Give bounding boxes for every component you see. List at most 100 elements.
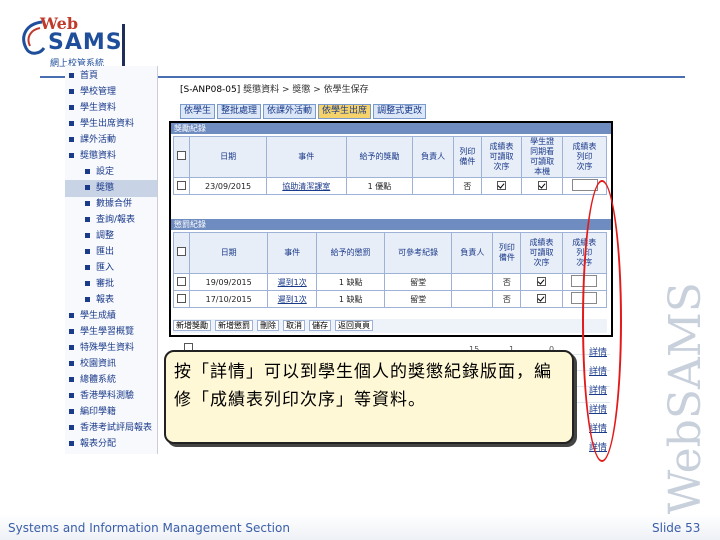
sidebar-item[interactable]: 獎懲 bbox=[65, 180, 157, 197]
sidebar-item[interactable]: 特殊學生資料 bbox=[65, 340, 157, 357]
bullet-icon bbox=[69, 408, 74, 414]
record-dialog: 獎勵紀錄 日期 事件 給予的獎勵 負責人 列印 備件 成績表 可讀取 次序 學生證 同期看 可讀取 本機… bbox=[169, 121, 613, 337]
sidebar-item[interactable]: 總體系統 bbox=[65, 372, 157, 389]
column-header: 成績表 列印 次序 bbox=[562, 136, 607, 178]
table-row: 19/09/2015 遲到1次 1 缺點 留堂 否 bbox=[172, 273, 608, 291]
websams-logo: Web SAMS 網上校管系統 bbox=[18, 14, 128, 70]
slide-number: Slide 53 bbox=[652, 521, 701, 535]
sidebar-item[interactable]: 審批 bbox=[65, 276, 157, 293]
event-link[interactable]: 遲到1次 bbox=[278, 295, 307, 304]
column-header: 事件 bbox=[266, 232, 318, 274]
table-row: 17/10/2015 遲到1次 1 缺點 留堂 否 bbox=[172, 290, 608, 308]
bullet-icon bbox=[69, 392, 74, 398]
column-header: 學生證 同期看 可讀取 本機 bbox=[521, 136, 563, 178]
sidebar-item[interactable]: 調整 bbox=[65, 228, 157, 245]
sidebar-item[interactable]: 學生成績 bbox=[65, 308, 157, 325]
print-cell: 否 bbox=[492, 273, 522, 291]
column-header: 列印 備件 bbox=[492, 232, 522, 274]
sidebar-item[interactable]: 數據合併 bbox=[65, 196, 157, 213]
row-checkbox[interactable] bbox=[177, 276, 187, 286]
select-cell bbox=[172, 290, 191, 308]
screen-code: [S-ANP08-05] bbox=[180, 85, 241, 95]
sidebar-item-label: 獎懲 bbox=[96, 183, 115, 193]
sidebar-item-label: 學生學習概覽 bbox=[80, 327, 135, 337]
bullet-icon bbox=[85, 168, 90, 174]
toolbar-button[interactable]: 返回頁頁 bbox=[335, 320, 373, 331]
column-header: 列印 備件 bbox=[453, 136, 482, 178]
sidebar-item[interactable]: 報表分配 bbox=[65, 436, 157, 453]
toolbar-button[interactable]: 刪除 bbox=[257, 320, 279, 331]
breadcrumb-path: 獎懲資料 > 獎懲 > 依學生保存 bbox=[243, 85, 369, 95]
column-header: 負責人 bbox=[412, 136, 454, 178]
event-cell: 遲到1次 bbox=[266, 273, 318, 291]
sidebar-item-label: 報表分配 bbox=[80, 439, 117, 449]
select-all-checkbox[interactable] bbox=[177, 247, 187, 256]
check-cell bbox=[520, 290, 563, 308]
sidebar-item[interactable]: 校園資訊 bbox=[65, 356, 157, 373]
sidebar-item[interactable]: 學生學習概覽 bbox=[65, 324, 157, 341]
column-header: 日期 bbox=[189, 232, 268, 274]
bullet-icon bbox=[69, 328, 74, 334]
tab[interactable]: 依學生出席 bbox=[318, 104, 372, 119]
row-checkbox[interactable] bbox=[537, 180, 547, 190]
event-cell: 遲到1次 bbox=[266, 290, 318, 308]
bullet-icon bbox=[85, 200, 90, 206]
tab[interactable]: 依學生 bbox=[180, 104, 216, 119]
sidebar-item[interactable]: 香港考試評局報表 bbox=[65, 420, 157, 437]
check-cell bbox=[480, 177, 523, 195]
sidebar: 首頁 學校管理 學生資料 學生出席資料 課外活動 獎懲資料 設定 獎懲 數據合併 查詢/報表 調整匯… bbox=[65, 66, 158, 454]
sidebar-item-label: 匯入 bbox=[96, 263, 115, 273]
callout-text: 按「詳情」可以到學生個人的獎懲紀錄版面，編修「成績表列印次序」等資料。 bbox=[174, 362, 552, 410]
column-header bbox=[172, 232, 191, 274]
sidebar-item[interactable]: 報表 bbox=[65, 292, 157, 309]
event-link[interactable]: 遲到1次 bbox=[278, 278, 307, 287]
row-checkbox[interactable] bbox=[496, 180, 506, 190]
sidebar-item[interactable]: 學生資料 bbox=[65, 100, 157, 117]
sidebar-item[interactable]: 學生出席資料 bbox=[65, 116, 157, 133]
sidebar-item[interactable]: 獎懲資料 bbox=[65, 148, 157, 165]
bullet-icon bbox=[85, 264, 90, 270]
bullet-icon bbox=[69, 424, 74, 430]
reference-cell: 留堂 bbox=[383, 290, 453, 308]
select-all-checkbox[interactable] bbox=[177, 151, 187, 160]
check-cell bbox=[521, 177, 563, 195]
teacher-cell bbox=[412, 177, 454, 195]
bullet-icon bbox=[85, 184, 90, 190]
sidebar-item[interactable]: 匯出 bbox=[65, 244, 157, 261]
row-checkbox[interactable] bbox=[536, 293, 546, 303]
sidebar-item-label: 學生成績 bbox=[80, 311, 117, 321]
row-checkbox[interactable] bbox=[536, 276, 546, 286]
award-table: 日期 事件 給予的獎勵 負責人 列印 備件 成績表 可讀取 次序 學生證 同期看 可讀取 本機 成績表 列印… bbox=[172, 136, 607, 195]
penalty-table: 日期 事件 給予的懲罰 可參考紀錄 負責人 列印 備件 成績表 可讀取 次序 成績表 列印 次序 19/0… bbox=[172, 232, 608, 308]
event-link[interactable]: 協助清潔課室 bbox=[282, 182, 330, 191]
column-header: 給予的懲罰 bbox=[316, 232, 385, 274]
sidebar-item-label: 校園資訊 bbox=[80, 359, 117, 369]
sidebar-item[interactable]: 學校管理 bbox=[65, 84, 157, 101]
sidebar-item[interactable]: 匯入 bbox=[65, 260, 157, 277]
sidebar-item[interactable]: 設定 bbox=[65, 164, 157, 181]
bullet-icon bbox=[85, 216, 90, 222]
tab[interactable]: 整批處理 bbox=[217, 104, 262, 119]
sidebar-item-label: 數據合併 bbox=[96, 199, 133, 209]
sidebar-item[interactable]: 編印學籍 bbox=[65, 404, 157, 421]
sidebar-item[interactable]: 查詢/報表 bbox=[65, 212, 157, 229]
toolbar-button[interactable]: 儲存 bbox=[309, 320, 331, 331]
sidebar-item[interactable]: 首頁 bbox=[65, 68, 157, 85]
sidebar-item-label: 查詢/報表 bbox=[96, 215, 136, 225]
bullet-icon bbox=[69, 136, 74, 142]
row-checkbox[interactable] bbox=[177, 293, 187, 303]
tab-bar: 依學生 整批處理 依課外活動 依學生出席 調整式更改 bbox=[180, 98, 428, 119]
tab[interactable]: 依課外活動 bbox=[263, 104, 317, 119]
bullet-icon bbox=[69, 88, 74, 94]
tab[interactable]: 調整式更改 bbox=[373, 104, 427, 119]
sidebar-item[interactable]: 香港學科測驗 bbox=[65, 388, 157, 405]
toolbar-button[interactable]: 取消 bbox=[283, 320, 305, 331]
footer-section-name: Systems and Information Management Secti… bbox=[8, 521, 290, 535]
instruction-callout: 按「詳情」可以到學生個人的獎懲紀錄版面，編修「成績表列印次序」等資料。 bbox=[164, 350, 574, 444]
toolbar-button[interactable]: 新增獎勵 bbox=[173, 320, 211, 331]
toolbar-button[interactable]: 新增懲罰 bbox=[215, 320, 253, 331]
row-checkbox[interactable] bbox=[177, 180, 187, 190]
sidebar-item[interactable]: 課外活動 bbox=[65, 132, 157, 149]
bullet-icon bbox=[69, 344, 74, 350]
bullet-icon bbox=[69, 72, 74, 78]
